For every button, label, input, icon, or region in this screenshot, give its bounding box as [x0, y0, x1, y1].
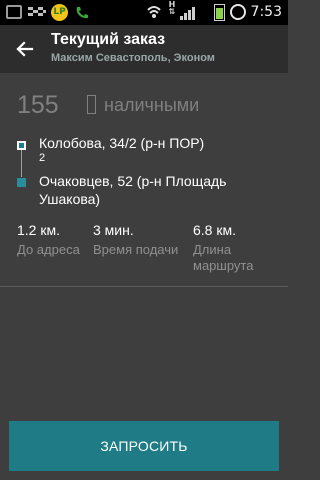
payment-label: наличными	[104, 95, 200, 115]
stat-distance-to-pickup: 1.2 км. До адреса	[17, 222, 80, 258]
pickup-marker-icon	[17, 141, 26, 150]
back-arrow-icon	[16, 41, 34, 57]
phone-icon	[74, 5, 90, 21]
signal-icon	[180, 5, 198, 20]
wifi-icon	[146, 4, 162, 20]
stat-route-length: 6.8 км. Длина маршрута	[193, 222, 263, 274]
stat-value: 6.8 км.	[193, 222, 236, 238]
battery-icon	[214, 4, 225, 21]
taxi-icon	[28, 7, 46, 17]
destination-marker-icon	[17, 178, 26, 187]
stat-label: До адреса	[17, 242, 80, 257]
alarm-icon	[230, 4, 246, 20]
divider	[0, 286, 288, 287]
page-title: Текущий заказ	[51, 31, 166, 48]
status-bar: LP H ⇅ 7:53	[0, 0, 288, 25]
stat-value: 1.2 км.	[17, 222, 60, 238]
destination-address: Очаковцев, 52 (р-н Площадь Ушакова)	[39, 173, 227, 207]
network-icon: H ⇅	[168, 0, 176, 16]
app-header: Текущий заказ Максим Севастополь, Эконом	[0, 25, 288, 73]
pickup-entrance: 2	[39, 152, 46, 164]
route-line	[21, 147, 22, 177]
stat-value: 3 мин.	[93, 222, 134, 238]
lp-app-icon: LP	[51, 4, 68, 21]
stat-label: Длина маршрута	[193, 242, 254, 273]
back-button[interactable]	[10, 33, 42, 65]
lp-badge-label: LP	[53, 7, 66, 17]
page-subtitle: Максим Севастополь, Эконом	[51, 52, 215, 64]
pickup-address: Колобова, 34/2 (р-н ПОР)	[39, 135, 205, 151]
payment-method: наличными	[87, 95, 199, 116]
notification-icon	[6, 5, 22, 19]
order-price: 155	[17, 91, 59, 119]
currency-symbol	[87, 95, 96, 114]
stat-arrival-time: 3 мин. Время подачи	[93, 222, 178, 258]
request-button[interactable]: ЗАПРОСИТЬ	[9, 421, 279, 471]
stat-label: Время подачи	[93, 242, 179, 257]
status-time: 7:53	[250, 4, 282, 20]
network-label: H	[168, 0, 176, 9]
